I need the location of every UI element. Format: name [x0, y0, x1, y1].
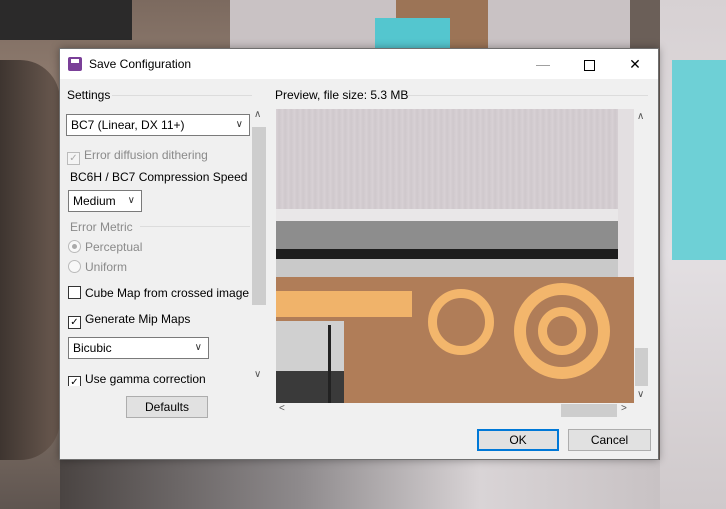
maximize-button[interactable]	[566, 49, 612, 79]
scroll-up-icon[interactable]: ∧	[637, 111, 644, 122]
scroll-left-icon[interactable]: <	[279, 403, 285, 414]
texture-preview	[276, 109, 634, 403]
radio-circle	[68, 240, 81, 253]
metric-perceptual-radio[interactable]: Perceptual	[68, 240, 142, 254]
gamma-correction-checkbox[interactable]: ✓ Use gamma correction	[68, 372, 206, 386]
error-metric-heading: Error Metric	[70, 220, 133, 234]
metric-uniform-radio[interactable]: Uniform	[68, 260, 127, 274]
background-shape	[0, 60, 60, 460]
checkbox-box: ✓	[68, 376, 81, 386]
preview-texture-region	[276, 209, 618, 221]
chevron-down-icon: ∨	[235, 119, 243, 130]
metric-uniform-label: Uniform	[85, 260, 128, 274]
preview-heading: Preview, file size: 5.3 MB	[275, 88, 409, 102]
chevron-down-icon: ∨	[194, 342, 202, 353]
error-diffusion-checkbox[interactable]: ✓ Error diffusion dithering	[67, 148, 208, 165]
preview-texture-region	[276, 221, 618, 249]
mip-filter-select[interactable]: Bicubic ∨	[68, 337, 209, 359]
format-value: BC7 (Linear, DX 11+)	[71, 118, 185, 132]
preview-ring-small	[428, 289, 494, 355]
scrollbar-thumb[interactable]	[252, 127, 266, 305]
settings-heading: Settings	[67, 88, 111, 102]
error-metric-divider	[140, 226, 250, 227]
ok-button[interactable]: OK	[477, 429, 559, 451]
checkbox-box: ✓	[67, 152, 80, 165]
mip-filter-value: Bicubic	[73, 341, 112, 355]
title-bar: Save Configuration — ✕	[60, 49, 658, 79]
cube-map-checkbox[interactable]: Cube Map from crossed image	[68, 286, 249, 300]
preview-texture-region	[276, 249, 618, 259]
generate-mipmaps-label: Generate Mip Maps	[85, 312, 191, 326]
error-diffusion-label: Error diffusion dithering	[84, 148, 208, 162]
scroll-up-icon[interactable]: ∧	[254, 109, 261, 120]
scrollbar-thumb[interactable]	[561, 404, 617, 417]
gamma-correction-label: Use gamma correction	[85, 372, 206, 386]
save-icon	[68, 57, 82, 71]
minimize-button[interactable]: —	[520, 49, 566, 79]
save-configuration-dialog: Save Configuration — ✕ Settings BC7 (Lin…	[59, 48, 659, 460]
settings-scrollbar[interactable]: ∧ ∨	[252, 107, 266, 383]
scroll-down-icon[interactable]: ∨	[254, 369, 261, 380]
background-teal-strip	[672, 60, 726, 260]
preview-texture-region	[276, 109, 618, 209]
preview-horizontal-scrollbar[interactable]: < >	[275, 402, 632, 419]
preview-ring-large-inner	[538, 307, 586, 355]
checkbox-box: ✓	[68, 316, 81, 329]
cancel-button[interactable]: Cancel	[568, 429, 651, 451]
close-button[interactable]: ✕	[612, 49, 658, 79]
background-dark-panel	[0, 0, 132, 40]
compression-speed-value: Medium	[73, 194, 116, 208]
scroll-down-icon[interactable]: ∨	[637, 389, 644, 400]
compression-speed-heading: BC6H / BC7 Compression Speed	[70, 170, 248, 184]
preview-vertical-scrollbar[interactable]: ∧ ∨	[632, 108, 650, 402]
cube-map-label: Cube Map from crossed image	[85, 286, 250, 300]
metric-perceptual-label: Perceptual	[85, 240, 143, 254]
scroll-right-icon[interactable]: >	[621, 403, 627, 414]
window-title: Save Configuration	[89, 57, 192, 71]
background-teal-panel	[375, 18, 450, 48]
radio-circle	[68, 260, 81, 273]
format-select[interactable]: BC7 (Linear, DX 11+) ∨	[66, 114, 250, 136]
preview-texture-region	[276, 371, 344, 403]
defaults-button[interactable]: Defaults	[126, 396, 208, 418]
preview-texture-region	[276, 291, 412, 317]
preview-texture-region	[276, 259, 618, 277]
compression-speed-select[interactable]: Medium ∨	[68, 190, 142, 212]
settings-divider	[112, 95, 252, 96]
chevron-down-icon: ∨	[127, 195, 135, 206]
checkbox-box	[68, 286, 81, 299]
maximize-icon	[583, 59, 595, 71]
background-texture-bottom	[60, 460, 660, 509]
generate-mipmaps-checkbox[interactable]: ✓ Generate Mip Maps	[68, 312, 190, 329]
scrollbar-thumb[interactable]	[635, 348, 648, 386]
preview-divider	[408, 95, 648, 96]
preview-texture-region	[328, 325, 331, 403]
